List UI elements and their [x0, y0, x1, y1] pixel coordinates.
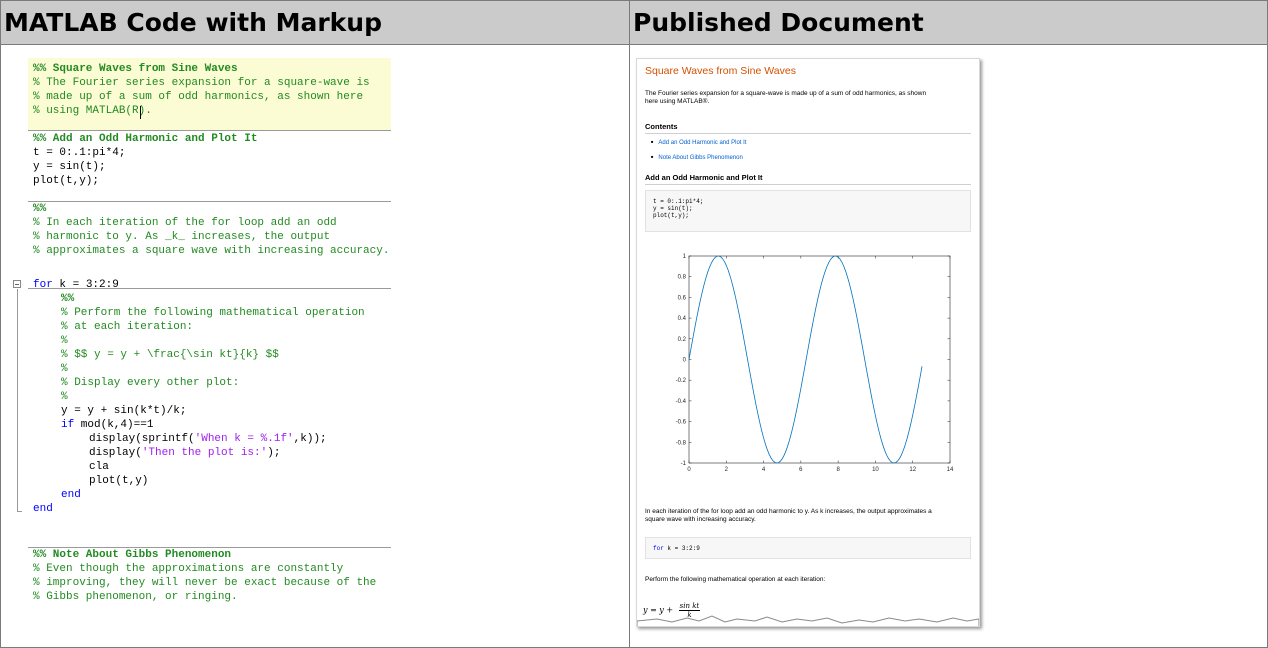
display-line-1: display(sprintf('When k = %.1f',k));: [89, 432, 327, 446]
display-call: display(sprintf(: [89, 433, 195, 445]
display-line-2: display('Then the plot is:');: [89, 446, 280, 460]
fold-guide-line: [17, 289, 18, 511]
published-column: Published Document Square Waves from Sin…: [630, 1, 1267, 647]
y-tick-label: -1: [681, 461, 687, 467]
code-line: % Perform the following mathematical ope…: [61, 307, 365, 319]
code-line: % improving, they will never be exact be…: [33, 577, 377, 589]
y-tick-label: 0.2: [678, 337, 687, 343]
code-line: %% Note About Gibbs Phenomenon: [33, 549, 232, 561]
code-line: %: [61, 363, 68, 375]
end-outer: end: [33, 503, 53, 515]
fold-guide-end: [17, 511, 22, 512]
y-tick-label: 0.8: [678, 275, 687, 281]
code-line: %% Square Waves from Sine Waves: [33, 63, 238, 75]
x-tick-label: 12: [909, 467, 916, 473]
code-fold-toggle[interactable]: [13, 280, 21, 288]
code-line: %% Add an Odd Harmonic and Plot It: [33, 133, 258, 145]
code-line: % Display every other plot:: [61, 377, 240, 389]
code-line: %%: [33, 203, 47, 215]
y-tick-label: -0.4: [676, 399, 687, 405]
plot-line: plot(t,y): [89, 475, 149, 487]
x-tick-label: 8: [836, 467, 840, 473]
code-line: %%: [61, 293, 75, 305]
code-line: % The Fourier series expansion for a squ…: [33, 77, 370, 89]
y-tick-label: 0.6: [678, 295, 687, 301]
code-line: for k = 3:2:9: [653, 545, 700, 552]
x-tick-label: 6: [799, 467, 803, 473]
y-tick-label: 0.4: [678, 316, 687, 322]
code-line: % at each iteration:: [61, 321, 194, 333]
code-line: % made up of a sum of odd harmonics, as …: [33, 91, 364, 103]
code-line: % approximates a square wave with increa…: [33, 245, 390, 257]
para-operation: Perform the following mathematical opera…: [645, 576, 826, 583]
code-line: t = 0:.1:pi*4;: [33, 147, 126, 159]
cla-line: cla: [89, 461, 109, 473]
x-tick-label: 0: [687, 467, 691, 473]
published-column-header: Published Document: [630, 1, 1267, 45]
display-args: ,k));: [293, 433, 327, 445]
y-tick-label: 1: [683, 254, 687, 260]
code-line: y = sin(t);: [33, 161, 106, 173]
if-keyword: if: [61, 419, 75, 431]
y-tick-label: -0.6: [676, 420, 687, 426]
text-cursor: [140, 106, 141, 119]
x-tick-label: 14: [947, 467, 954, 473]
for-line: for k = 3:2:9: [33, 278, 119, 292]
published-area: Square Waves from Sine Waves The Fourier…: [630, 45, 1267, 647]
equation-numerator: sin kt: [678, 602, 701, 611]
code-line: % harmonic to y. As _k_ increases, the o…: [33, 231, 331, 243]
y-tick-label: -0.8: [676, 440, 687, 446]
plot-axes-box: [688, 255, 951, 464]
code-line: plot(t,y);: [33, 175, 100, 187]
cell-divider: [28, 201, 391, 202]
end-inner: end: [61, 489, 81, 501]
x-tick-label: 10: [872, 467, 879, 473]
y-tick-label: -0.2: [676, 378, 687, 384]
display-call: display(: [89, 447, 142, 459]
para-loop-line-2: square wave with increasing accuracy.: [645, 516, 756, 523]
x-tick-label: 2: [725, 467, 729, 473]
if-line: if mod(k,4)==1: [61, 418, 153, 432]
code-block-2: for k = 3:2:9: [645, 537, 971, 559]
for-keyword: for: [653, 545, 664, 552]
code-line: % In each iteration of the for loop add …: [33, 217, 337, 229]
code-line: y = y + sin(k*t)/k;: [61, 405, 187, 417]
string-literal: 'Then the plot is:': [141, 447, 268, 459]
code-line: % Even though the approximations are con…: [33, 563, 344, 575]
for-range: k = 3:2:9: [52, 279, 119, 291]
code-line: % using MATLAB(R).: [33, 105, 152, 117]
torn-edge: [637, 615, 979, 626]
published-document[interactable]: Square Waves from Sine Waves The Fourier…: [636, 58, 980, 627]
code-line: % $$ y = y + \frac{\sin kt}{k} $$: [61, 349, 279, 361]
comparison-table: MATLAB Code with Markup %% Square Waves …: [0, 0, 1268, 648]
for-range: k = 3:2:9: [663, 545, 700, 552]
if-condition: mod(k,4)==1: [74, 419, 154, 431]
para-loop-line-1: In each iteration of the for loop add an…: [645, 508, 932, 515]
for-keyword: for: [33, 279, 53, 291]
y-tick-label: 0: [683, 358, 687, 364]
display-args: );: [267, 447, 281, 459]
code-line: % Gibbs phenomenon, or ringing.: [33, 591, 238, 603]
cell-divider: [28, 130, 391, 131]
matlab-editor[interactable]: %% Square Waves from Sine Waves % The Fou…: [13, 58, 391, 611]
code-line: %: [61, 391, 68, 403]
x-tick-label: 4: [762, 467, 766, 473]
code-column-header: MATLAB Code with Markup: [1, 1, 629, 45]
code-column: MATLAB Code with Markup %% Square Waves …: [1, 1, 630, 647]
string-literal: 'When k = %.1f': [194, 433, 294, 445]
code-line: %: [61, 335, 68, 347]
